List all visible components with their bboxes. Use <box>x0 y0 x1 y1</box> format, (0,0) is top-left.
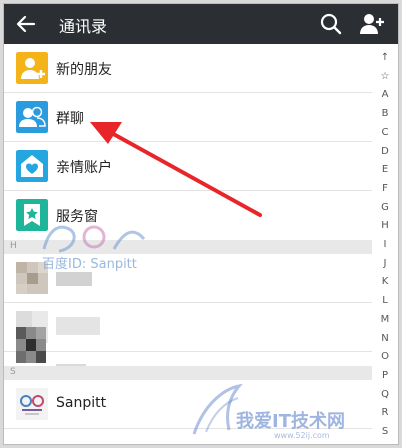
index-letter[interactable]: I <box>372 239 398 250</box>
index-letter[interactable]: ☆ <box>372 71 398 82</box>
index-letter[interactable]: G <box>372 202 398 213</box>
index-letter[interactable]: E <box>372 164 398 175</box>
index-letter[interactable]: A <box>372 89 398 100</box>
new-friend-icon <box>16 52 48 84</box>
index-letter[interactable]: C <box>372 127 398 138</box>
row-label: 新的朋友 <box>56 62 112 78</box>
index-letter[interactable]: N <box>372 333 398 344</box>
index-letter[interactable]: J <box>372 258 398 269</box>
contact-name: Sanpitt <box>56 395 107 411</box>
index-letter[interactable]: B <box>372 108 398 119</box>
index-letter[interactable]: F <box>372 183 398 194</box>
row-label: 群聊 <box>56 111 84 127</box>
index-letter[interactable]: D <box>372 146 398 157</box>
back-arrow-icon[interactable] <box>14 12 38 36</box>
section-letter: S <box>10 367 16 377</box>
watermark-url: www.52ij.com <box>274 431 330 440</box>
index-letter[interactable]: ↑ <box>372 52 398 63</box>
row-label: 亲情账户 <box>56 160 112 176</box>
contact-name <box>56 272 92 286</box>
index-letter[interactable]: L <box>372 295 398 306</box>
index-letter[interactable]: H <box>372 220 398 231</box>
watermark-text: 我爱IT技术网 <box>236 411 345 432</box>
section-letter: H <box>10 241 17 251</box>
index-letter[interactable]: K <box>372 276 398 287</box>
blurred-contact-row[interactable] <box>4 318 372 370</box>
watermark-text: 百度ID: Sanpitt <box>42 257 137 272</box>
sanpitt-avatar <box>16 388 48 420</box>
search-icon[interactable] <box>319 12 343 36</box>
app-frame: 通讯录 新的朋友 群聊 亲情账户 服务窗 H S Sanpitt ↑ ☆ A B… <box>3 3 399 445</box>
title-bar: 通讯录 <box>4 4 398 44</box>
avatar <box>16 327 46 363</box>
add-contact-icon[interactable] <box>359 12 385 36</box>
group-chat-icon <box>16 101 48 133</box>
index-letter[interactable]: M <box>372 314 398 325</box>
family-account-icon <box>16 150 48 182</box>
group-chat-row[interactable]: 群聊 <box>4 93 372 141</box>
page-title: 通讯录 <box>59 17 108 36</box>
index-letter[interactable]: O <box>372 351 398 362</box>
new-friend-row[interactable]: 新的朋友 <box>4 44 372 92</box>
family-account-row[interactable]: 亲情账户 <box>4 142 372 190</box>
